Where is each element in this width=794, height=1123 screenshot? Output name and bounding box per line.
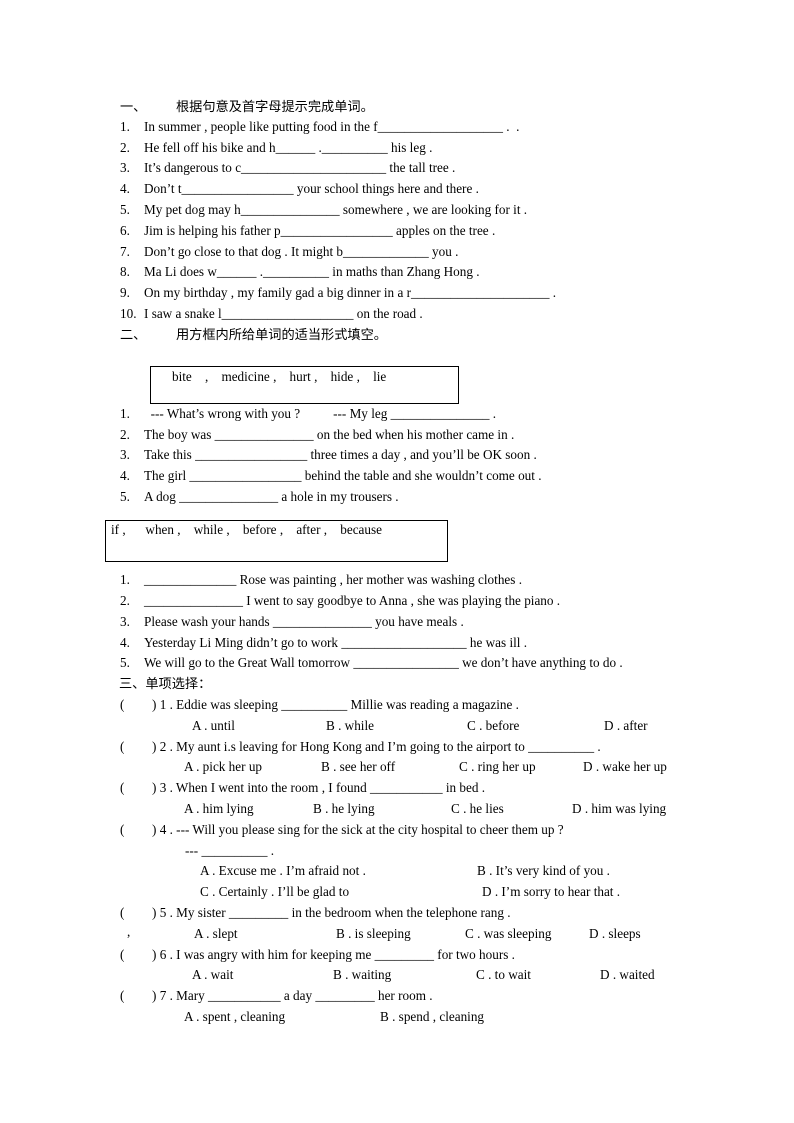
- answer-option: D . waited: [600, 967, 655, 982]
- exercise-sentence: The boy was _______________ on the bed w…: [144, 427, 515, 442]
- item-number: 10.: [120, 306, 137, 321]
- answer-line: --- __________ .: [185, 843, 275, 858]
- answer-option: A . slept: [194, 926, 238, 941]
- word-bank: bite , medicine , hurt , hide , lie: [172, 369, 387, 384]
- answer-bracket: (: [120, 947, 125, 962]
- item-number: 3.: [120, 614, 130, 629]
- exercise-sentence: We will go to the Great Wall tomorrow __…: [144, 655, 623, 670]
- item-number: 4.: [120, 635, 130, 650]
- word-bank: if , when , while , before , after , bec…: [111, 522, 382, 537]
- item-number: 8.: [120, 264, 130, 279]
- answer-option: C . was sleeping: [465, 926, 552, 941]
- question-text: ) 7 . Mary ___________ a day _________ h…: [152, 988, 433, 1003]
- answer-option: C . before: [467, 718, 520, 733]
- answer-bracket: (: [120, 780, 125, 795]
- exercise-sentence: Please wash your hands _______________ y…: [144, 614, 464, 629]
- answer-option: C . he lies: [451, 801, 504, 816]
- section-number: 二、: [120, 327, 147, 342]
- question-text: ) 5 . My sister _________ in the bedroom…: [152, 905, 511, 920]
- answer-bracket: (: [120, 739, 125, 754]
- exercise-sentence: Take this _________________ three times …: [144, 447, 537, 462]
- exercise-sentence: Ma Li does w______ .__________ in maths …: [144, 264, 480, 279]
- item-number: 9.: [120, 285, 130, 300]
- exercise-sentence: --- What’s wrong with you ? --- My leg _…: [144, 406, 497, 421]
- answer-bracket: (: [120, 697, 125, 712]
- answer-option: C . to wait: [476, 967, 531, 982]
- answer-option: B . spend , cleaning: [380, 1009, 485, 1024]
- exercise-sentence: In summer , people like putting food in …: [144, 119, 520, 134]
- exercise-sentence: Yesterday Li Ming didn’t go to work ____…: [144, 635, 528, 650]
- item-number: 2.: [120, 140, 130, 155]
- exercise-sentence: A dog _______________ a hole in my trous…: [144, 489, 399, 504]
- exercise-sentence: Jim is helping his father p_____________…: [144, 223, 496, 238]
- answer-bracket: (: [120, 822, 125, 837]
- answer-option: C . ring her up: [459, 759, 536, 774]
- exercise-sentence: He fell off his bike and h______ .______…: [144, 140, 433, 155]
- answer-option: A . pick her up: [184, 759, 263, 774]
- answer-option: A . spent , cleaning: [184, 1009, 286, 1024]
- answer-bracket: (: [120, 988, 125, 1003]
- question-text: ) 1 . Eddie was sleeping __________ Mill…: [152, 697, 519, 712]
- exercise-sentence: My pet dog may h_______________ somewher…: [144, 202, 528, 217]
- exercise-sentence: ______________ Rose was painting , her m…: [144, 572, 522, 587]
- answer-option: A . him lying: [184, 801, 254, 816]
- exercise-sentence: Don’t go close to that dog . It might b_…: [144, 244, 459, 259]
- exercise-sentence: Don’t t_________________ your school thi…: [144, 181, 479, 196]
- answer-option: D . sleeps: [589, 926, 641, 941]
- answer-option: D . him was lying: [572, 801, 667, 816]
- exercise-sentence: _______________ I went to say goodbye to…: [144, 593, 561, 608]
- question-text: ) 3 . When I went into the room , I foun…: [152, 780, 486, 795]
- question-text: ) 4 . --- Will you please sing for the s…: [152, 822, 564, 837]
- item-number: 2.: [120, 427, 130, 442]
- item-number: 1.: [120, 572, 130, 587]
- section-title: 三、单项选择：: [119, 676, 212, 691]
- exercise-sentence: I saw a snake l____________________ on t…: [144, 306, 423, 321]
- section-title: 用方框内所给单词的适当形式填空。: [176, 327, 387, 342]
- item-number: 5.: [120, 655, 130, 670]
- section-title: 根据句意及首字母提示完成单词。: [176, 99, 374, 114]
- answer-option: D . after: [604, 718, 648, 733]
- item-number: 1.: [120, 406, 130, 421]
- answer-option: B . while: [326, 718, 374, 733]
- item-number: 1.: [120, 119, 130, 134]
- answer-option: A . wait: [192, 967, 234, 982]
- answer-option: A . until: [192, 718, 235, 733]
- exercise-sentence: It’s dangerous to c_____________________…: [144, 160, 456, 175]
- stray-mark: ,: [127, 924, 131, 939]
- answer-option: D . I’m sorry to hear that .: [482, 884, 621, 899]
- answer-option: B . he lying: [313, 801, 375, 816]
- item-number: 5.: [120, 202, 130, 217]
- answer-bracket: (: [120, 905, 125, 920]
- exercise-sentence: On my birthday , my family gad a big din…: [144, 285, 557, 300]
- item-number: 3.: [120, 160, 130, 175]
- item-number: 5.: [120, 489, 130, 504]
- item-number: 7.: [120, 244, 130, 259]
- item-number: 2.: [120, 593, 130, 608]
- answer-option: B . is sleeping: [336, 926, 411, 941]
- item-number: 4.: [120, 468, 130, 483]
- exercise-sentence: The girl _________________ behind the ta…: [144, 468, 542, 483]
- answer-option: B . waiting: [333, 967, 392, 982]
- answer-option: C . Certainly . I’ll be glad to: [200, 884, 350, 899]
- answer-option: D . wake her up: [583, 759, 667, 774]
- answer-option: A . Excuse me . I’m afraid not .: [200, 863, 366, 878]
- item-number: 3.: [120, 447, 130, 462]
- section-number: 一、: [120, 99, 147, 114]
- answer-option: B . see her off: [321, 759, 396, 774]
- item-number: 4.: [120, 181, 130, 196]
- answer-option: B . It’s very kind of you .: [477, 863, 610, 878]
- item-number: 6.: [120, 223, 130, 238]
- question-text: ) 6 . I was angry with him for keeping m…: [152, 947, 515, 962]
- question-text: ) 2 . My aunt i.s leaving for Hong Kong …: [152, 739, 601, 754]
